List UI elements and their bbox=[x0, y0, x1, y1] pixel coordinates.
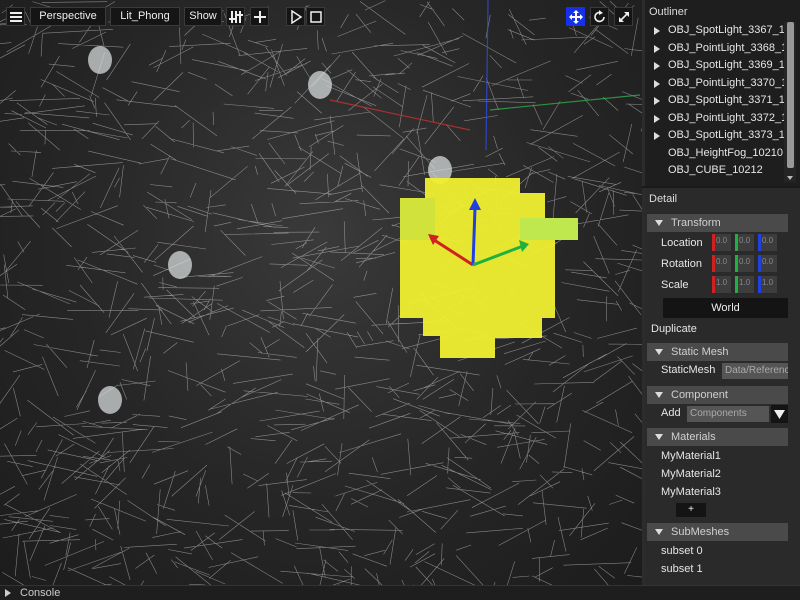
static-mesh-dropdown[interactable]: Data/Reference bbox=[722, 363, 788, 379]
collapse-arrow-icon[interactable] bbox=[655, 220, 663, 226]
play-icon[interactable] bbox=[286, 7, 305, 26]
detail-title: Detail bbox=[649, 193, 678, 205]
outliner-item-label: OBJ_SpotLight_3373_10 bbox=[668, 129, 790, 141]
outliner-item[interactable]: OBJ_CUBE_10212 bbox=[648, 162, 790, 180]
move-gizmo-icon[interactable] bbox=[566, 7, 585, 26]
outliner-item[interactable]: OBJ_SpotLight_3369_10 bbox=[648, 57, 790, 75]
location-y-field[interactable]: 0.0 bbox=[735, 234, 754, 251]
console-label: Console bbox=[20, 587, 61, 599]
expand-arrow-icon[interactable] bbox=[654, 44, 660, 53]
outliner-list[interactable]: OBJ_SpotLight_3367_10 OBJ_PointLight_336… bbox=[648, 22, 790, 180]
add-material-button[interactable]: + bbox=[676, 503, 706, 517]
plus-icon[interactable] bbox=[250, 7, 269, 26]
selected-object-highlight[interactable] bbox=[395, 178, 580, 360]
rotation-y-field[interactable]: 0.0 bbox=[735, 255, 754, 272]
world-space-button[interactable]: World bbox=[663, 298, 788, 318]
transform-section-header[interactable]: Transform bbox=[647, 214, 788, 232]
expand-arrow-icon[interactable] bbox=[654, 97, 660, 105]
transform-header-label: Transform bbox=[671, 217, 721, 229]
scale-label: Scale bbox=[661, 279, 689, 291]
shading-mode-dropdown[interactable]: Lit_Phong bbox=[110, 7, 180, 26]
outliner-item-label: OBJ_PointLight_3370_10 bbox=[668, 76, 790, 89]
console-bar[interactable]: Console bbox=[0, 585, 800, 600]
outliner-item-label: OBJ_SpotLight_3369_10 bbox=[668, 59, 790, 71]
outliner-item[interactable]: OBJ_SpotLight_3367_10 bbox=[648, 22, 790, 40]
scale-y-field[interactable]: 1.0 bbox=[735, 276, 754, 293]
outliner-scrollbar[interactable] bbox=[784, 22, 796, 182]
outliner-item-label: OBJ_PointLight_3372_10 bbox=[668, 111, 790, 124]
stop-icon[interactable] bbox=[306, 7, 325, 26]
expand-arrow-icon[interactable] bbox=[654, 27, 660, 35]
expand-arrow-icon[interactable] bbox=[654, 114, 660, 123]
outliner-item[interactable]: OBJ_SpotLight_3371_10 bbox=[648, 92, 790, 110]
outliner-item[interactable]: OBJ_PointLight_3368_10 bbox=[648, 40, 790, 58]
expand-arrow-icon[interactable] bbox=[654, 79, 660, 88]
outliner-panel: Outliner OBJ_SpotLight_3367_10 OBJ_Point… bbox=[642, 0, 800, 186]
view-mode-dropdown[interactable]: Perspective bbox=[30, 7, 106, 26]
rotation-x-field[interactable]: 0.0 bbox=[712, 255, 731, 272]
location-x-field[interactable]: 0.0 bbox=[712, 234, 731, 251]
scale-gizmo-icon[interactable] bbox=[614, 7, 633, 26]
submesh-item[interactable]: subset 0 bbox=[661, 545, 703, 557]
material-item[interactable]: MyMaterial2 bbox=[661, 468, 721, 480]
outliner-item[interactable]: OBJ_PointLight_3370_10 bbox=[648, 75, 790, 93]
outliner-item-label: OBJ_CUBE_10212 bbox=[668, 164, 763, 176]
outliner-title: Outliner bbox=[649, 6, 688, 18]
dropdown-arrow-icon[interactable] bbox=[771, 405, 788, 423]
outliner-item-label: OBJ_PointLight_3368_10 bbox=[668, 41, 790, 54]
location-label: Location bbox=[661, 237, 703, 249]
scrollbar-thumb[interactable] bbox=[787, 22, 794, 168]
scale-z-field[interactable]: 1.0 bbox=[758, 276, 777, 293]
expand-arrow-icon[interactable] bbox=[654, 62, 660, 70]
rotation-z-field[interactable]: 0.0 bbox=[758, 255, 777, 272]
material-item[interactable]: MyMaterial3 bbox=[661, 486, 721, 498]
materials-section-header[interactable]: Materials bbox=[647, 428, 788, 446]
duplicate-button[interactable]: Duplicate bbox=[651, 323, 697, 335]
show-dropdown[interactable]: Show bbox=[184, 7, 222, 26]
static-mesh-header-label: Static Mesh bbox=[671, 346, 729, 358]
static-mesh-section-header[interactable]: Static Mesh bbox=[647, 343, 788, 361]
component-header-label: Component bbox=[671, 389, 728, 401]
component-section-header[interactable]: Component bbox=[647, 386, 788, 404]
material-item[interactable]: MyMaterial1 bbox=[661, 450, 721, 462]
outliner-item[interactable]: OBJ_HeightFog_10210 bbox=[648, 145, 790, 163]
outliner-item-label: OBJ_SpotLight_3371_10 bbox=[668, 94, 790, 106]
collapse-arrow-icon[interactable] bbox=[655, 529, 663, 535]
submeshes-section-header[interactable]: SubMeshes bbox=[647, 523, 788, 541]
add-component-dropdown[interactable]: Components bbox=[687, 406, 769, 422]
rotate-gizmo-icon[interactable] bbox=[590, 7, 609, 26]
collapse-arrow-icon[interactable] bbox=[655, 434, 663, 440]
materials-header-label: Materials bbox=[671, 431, 716, 443]
scroll-down-arrow-icon[interactable] bbox=[787, 176, 793, 180]
hamburger-menu-icon[interactable] bbox=[6, 7, 25, 26]
rotation-label: Rotation bbox=[661, 258, 702, 270]
submesh-item[interactable]: subset 1 bbox=[661, 563, 703, 575]
add-component-label: Add bbox=[661, 407, 681, 419]
outliner-item[interactable]: OBJ_PointLight_3372_10 bbox=[648, 110, 790, 128]
static-mesh-label: StaticMesh bbox=[661, 364, 716, 376]
expand-arrow-icon[interactable] bbox=[5, 589, 11, 597]
sliders-icon[interactable] bbox=[226, 7, 245, 26]
collapse-arrow-icon[interactable] bbox=[655, 349, 663, 355]
outliner-item-label: OBJ_HeightFog_10210 bbox=[668, 146, 783, 159]
outliner-item[interactable]: OBJ_SpotLight_3373_10 bbox=[648, 127, 790, 145]
submeshes-header-label: SubMeshes bbox=[671, 526, 730, 538]
outliner-item-label: OBJ_SpotLight_3367_10 bbox=[668, 24, 790, 36]
expand-arrow-icon[interactable] bbox=[654, 132, 660, 140]
location-z-field[interactable]: 0.0 bbox=[758, 234, 777, 251]
scale-x-field[interactable]: 1.0 bbox=[712, 276, 731, 293]
scene-viewport[interactable]: Perspective Lit_Phong Show bbox=[0, 0, 642, 585]
collapse-arrow-icon[interactable] bbox=[655, 392, 663, 398]
